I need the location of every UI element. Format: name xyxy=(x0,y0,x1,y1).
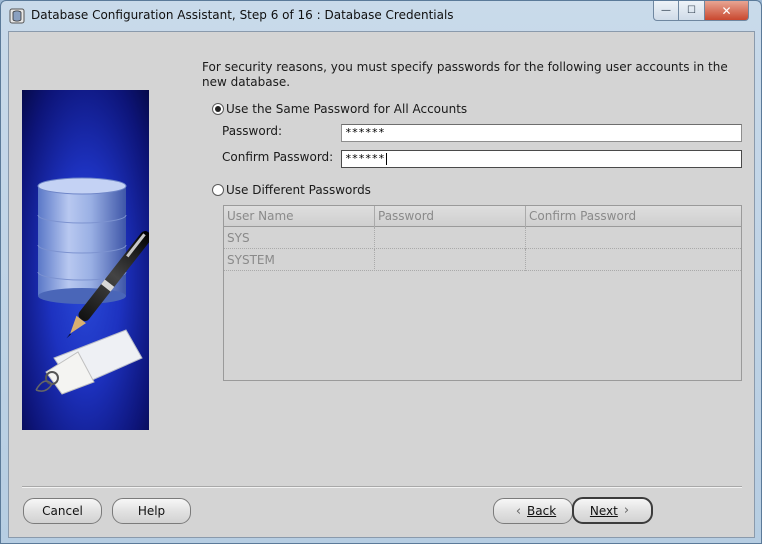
cell-user-name: SYS xyxy=(224,227,375,249)
table-row[interactable]: SYSTEM xyxy=(224,249,741,271)
chevron-left-icon: ‹ xyxy=(515,503,522,519)
password-value: ****** xyxy=(345,126,385,139)
confirm-password-input[interactable]: ****** xyxy=(341,150,742,168)
wizard-panel: For security reasons, you must specify p… xyxy=(8,31,755,538)
chevron-right-icon: › xyxy=(623,503,630,518)
back-button[interactable]: ‹ Back xyxy=(493,498,573,524)
database-assistant-icon xyxy=(9,8,25,24)
footer-separator xyxy=(22,486,742,488)
confirm-password-value: ****** xyxy=(345,152,385,165)
user-password-table: User Name Password Confirm Password SYS … xyxy=(223,205,742,381)
password-input[interactable]: ****** xyxy=(341,124,742,142)
next-button[interactable]: Next › xyxy=(572,497,653,524)
cell-password[interactable] xyxy=(375,249,526,271)
cancel-button[interactable]: Cancel xyxy=(23,498,102,524)
database-pen-illustration-icon xyxy=(35,177,149,395)
password-label: Password: xyxy=(222,124,283,138)
next-button-label: Next xyxy=(589,503,618,518)
close-icon: ✕ xyxy=(721,3,732,18)
minimize-button[interactable]: — xyxy=(653,1,679,21)
close-button[interactable]: ✕ xyxy=(705,1,749,21)
same-password-label[interactable]: Use the Same Password for All Accounts xyxy=(226,102,467,116)
dbca-window: Database Configuration Assistant, Step 6… xyxy=(0,0,762,544)
text-caret xyxy=(385,153,387,165)
minimize-icon: — xyxy=(661,5,671,16)
confirm-password-label: Confirm Password: xyxy=(222,150,334,164)
cell-confirm-password[interactable] xyxy=(526,227,741,249)
window-controls: — ☐ ✕ xyxy=(653,1,749,21)
different-passwords-label[interactable]: Use Different Passwords xyxy=(226,183,371,197)
back-button-label: Back xyxy=(527,504,557,518)
help-button[interactable]: Help xyxy=(112,498,191,524)
maximize-icon: ☐ xyxy=(687,5,696,16)
column-header-password[interactable]: Password xyxy=(375,206,526,227)
title-bar[interactable]: Database Configuration Assistant, Step 6… xyxy=(1,1,761,31)
cell-user-name: SYSTEM xyxy=(224,249,375,271)
cancel-button-label: Cancel xyxy=(42,504,83,518)
intro-text: For security reasons, you must specify p… xyxy=(202,60,728,89)
same-password-radio[interactable] xyxy=(212,103,224,115)
table-row[interactable]: SYS xyxy=(224,227,741,249)
wizard-illustration xyxy=(22,90,149,430)
help-button-label: Help xyxy=(137,504,166,518)
column-header-confirm-password[interactable]: Confirm Password xyxy=(526,206,741,227)
maximize-button[interactable]: ☐ xyxy=(679,1,705,21)
column-header-user-name[interactable]: User Name xyxy=(224,206,375,227)
cell-confirm-password[interactable] xyxy=(526,249,741,271)
cell-password[interactable] xyxy=(375,227,526,249)
table-header: User Name Password Confirm Password xyxy=(224,206,741,227)
window-title: Database Configuration Assistant, Step 6… xyxy=(31,8,454,22)
different-passwords-radio[interactable] xyxy=(212,184,224,196)
